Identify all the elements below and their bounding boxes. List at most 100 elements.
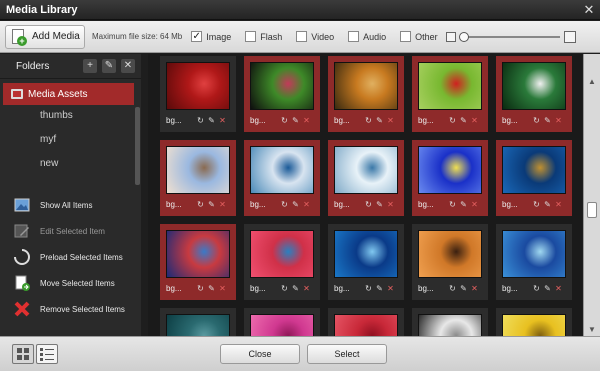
media-item[interactable]: bg... ↻ ✎ ✕	[244, 140, 320, 216]
thumbnail-image[interactable]	[166, 314, 230, 336]
preload-icon[interactable]: ↻	[196, 116, 205, 125]
edit-icon[interactable]: ✎	[543, 200, 552, 209]
filter-audio[interactable]: Audio	[348, 31, 386, 42]
preload-icon[interactable]: ↻	[532, 284, 541, 293]
media-item[interactable]: bg... ↻ ✎ ✕	[244, 56, 320, 132]
thumb-size-slider[interactable]	[458, 31, 560, 42]
subfolder-item[interactable]: new	[40, 158, 58, 169]
add-media-button[interactable]: + Add Media	[5, 24, 85, 49]
delete-folder-icon[interactable]: ✕	[121, 59, 135, 73]
edit-icon[interactable]: ✎	[459, 116, 468, 125]
delete-icon[interactable]: ✕	[386, 284, 395, 293]
checkbox[interactable]: ✓	[191, 31, 203, 42]
close-button[interactable]: Close	[220, 344, 300, 364]
thumbnail-image[interactable]	[502, 314, 566, 336]
delete-icon[interactable]: ✕	[218, 116, 227, 125]
preload-icon[interactable]: ↻	[364, 200, 373, 209]
edit-icon[interactable]: ✎	[291, 200, 300, 209]
edit-icon[interactable]: ✎	[291, 116, 300, 125]
media-item[interactable]: bg... ↻ ✎ ✕	[496, 224, 572, 300]
subfolder-item[interactable]: thumbs	[40, 110, 73, 121]
filter-video[interactable]: Video	[296, 31, 334, 42]
delete-icon[interactable]: ✕	[302, 116, 311, 125]
preload-icon[interactable]: ↻	[532, 116, 541, 125]
list-view-icon[interactable]	[36, 344, 58, 364]
thumbnail-image[interactable]	[418, 230, 482, 278]
thumbnail-image[interactable]	[250, 62, 314, 110]
preload-icon[interactable]: ↻	[364, 116, 373, 125]
media-item[interactable]: bg... ↻ ✎ ✕	[328, 224, 404, 300]
thumbnail-image[interactable]	[166, 62, 230, 110]
filter-other[interactable]: Other	[400, 31, 438, 42]
edit-icon[interactable]: ✎	[207, 116, 216, 125]
media-item[interactable]	[328, 308, 404, 336]
delete-icon[interactable]: ✕	[554, 116, 563, 125]
preload-icon[interactable]: ↻	[448, 116, 457, 125]
media-item[interactable]	[244, 308, 320, 336]
edit-icon[interactable]: ✎	[543, 284, 552, 293]
delete-icon[interactable]: ✕	[470, 200, 479, 209]
small-thumbs-icon[interactable]	[445, 31, 456, 42]
media-item[interactable]	[412, 308, 488, 336]
scroll-thumb[interactable]	[587, 202, 597, 218]
delete-icon[interactable]: ✕	[302, 200, 311, 209]
delete-icon[interactable]: ✕	[218, 200, 227, 209]
preload-icon[interactable]: ↻	[280, 200, 289, 209]
delete-icon[interactable]: ✕	[386, 116, 395, 125]
edit-icon[interactable]: ✎	[375, 284, 384, 293]
thumbnail-image[interactable]	[334, 230, 398, 278]
slider-handle[interactable]	[458, 31, 469, 42]
thumbnail-image[interactable]	[418, 146, 482, 194]
preload-icon[interactable]: ↻	[532, 200, 541, 209]
delete-icon[interactable]: ✕	[554, 200, 563, 209]
thumbnail-image[interactable]	[334, 314, 398, 336]
checkbox[interactable]	[245, 31, 257, 42]
edit-icon[interactable]: ✎	[375, 116, 384, 125]
delete-icon[interactable]: ✕	[302, 284, 311, 293]
preload-icon[interactable]: ↻	[196, 284, 205, 293]
media-item[interactable]	[160, 308, 236, 336]
add-folder-icon[interactable]: +	[83, 59, 97, 73]
show-all-items-action[interactable]: Show All Items	[14, 196, 92, 214]
thumbnail-image[interactable]	[334, 146, 398, 194]
media-item[interactable]: bg... ↻ ✎ ✕	[412, 56, 488, 132]
thumbnail-image[interactable]	[166, 230, 230, 278]
close-icon[interactable]: ✕	[582, 3, 596, 17]
media-item[interactable]: bg... ↻ ✎ ✕	[328, 56, 404, 132]
thumbnail-image[interactable]	[502, 230, 566, 278]
preload-icon[interactable]: ↻	[364, 284, 373, 293]
thumbnail-image[interactable]	[418, 314, 482, 336]
thumbnail-image[interactable]	[250, 230, 314, 278]
media-item[interactable]: bg... ↻ ✎ ✕	[496, 140, 572, 216]
media-item[interactable]: bg... ↻ ✎ ✕	[160, 224, 236, 300]
media-item[interactable]: bg... ↻ ✎ ✕	[160, 140, 236, 216]
delete-icon[interactable]: ✕	[386, 200, 395, 209]
media-item[interactable]: bg... ↻ ✎ ✕	[496, 56, 572, 132]
checkbox[interactable]	[296, 31, 308, 42]
edit-icon[interactable]: ✎	[207, 284, 216, 293]
delete-icon[interactable]: ✕	[218, 284, 227, 293]
edit-folder-icon[interactable]: ✎	[102, 59, 116, 73]
checkbox[interactable]	[400, 31, 412, 42]
media-item[interactable]	[496, 308, 572, 336]
preload-icon[interactable]: ↻	[280, 284, 289, 293]
scroll-up-icon[interactable]: ▲	[586, 76, 598, 88]
media-item[interactable]: bg... ↻ ✎ ✕	[160, 56, 236, 132]
folder-scrollbar[interactable]	[135, 107, 140, 185]
edit-selected-item-action[interactable]: Edit Selected Item	[14, 222, 105, 240]
delete-icon[interactable]: ✕	[470, 284, 479, 293]
edit-icon[interactable]: ✎	[543, 116, 552, 125]
subfolder-item[interactable]: myf	[40, 134, 56, 145]
grid-view-icon[interactable]	[12, 344, 34, 364]
filter-flash[interactable]: Flash	[245, 31, 282, 42]
move-selected-items-action[interactable]: Move Selected Items	[14, 274, 115, 292]
thumbnail-image[interactable]	[166, 146, 230, 194]
filter-image[interactable]: ✓ Image	[191, 31, 231, 42]
edit-icon[interactable]: ✎	[459, 200, 468, 209]
edit-icon[interactable]: ✎	[375, 200, 384, 209]
gallery-scrollbar[interactable]: ▲ ▼	[583, 54, 600, 336]
checkbox[interactable]	[348, 31, 360, 42]
thumbnail-image[interactable]	[250, 314, 314, 336]
large-thumbs-icon[interactable]	[563, 30, 576, 43]
preload-icon[interactable]: ↻	[280, 116, 289, 125]
